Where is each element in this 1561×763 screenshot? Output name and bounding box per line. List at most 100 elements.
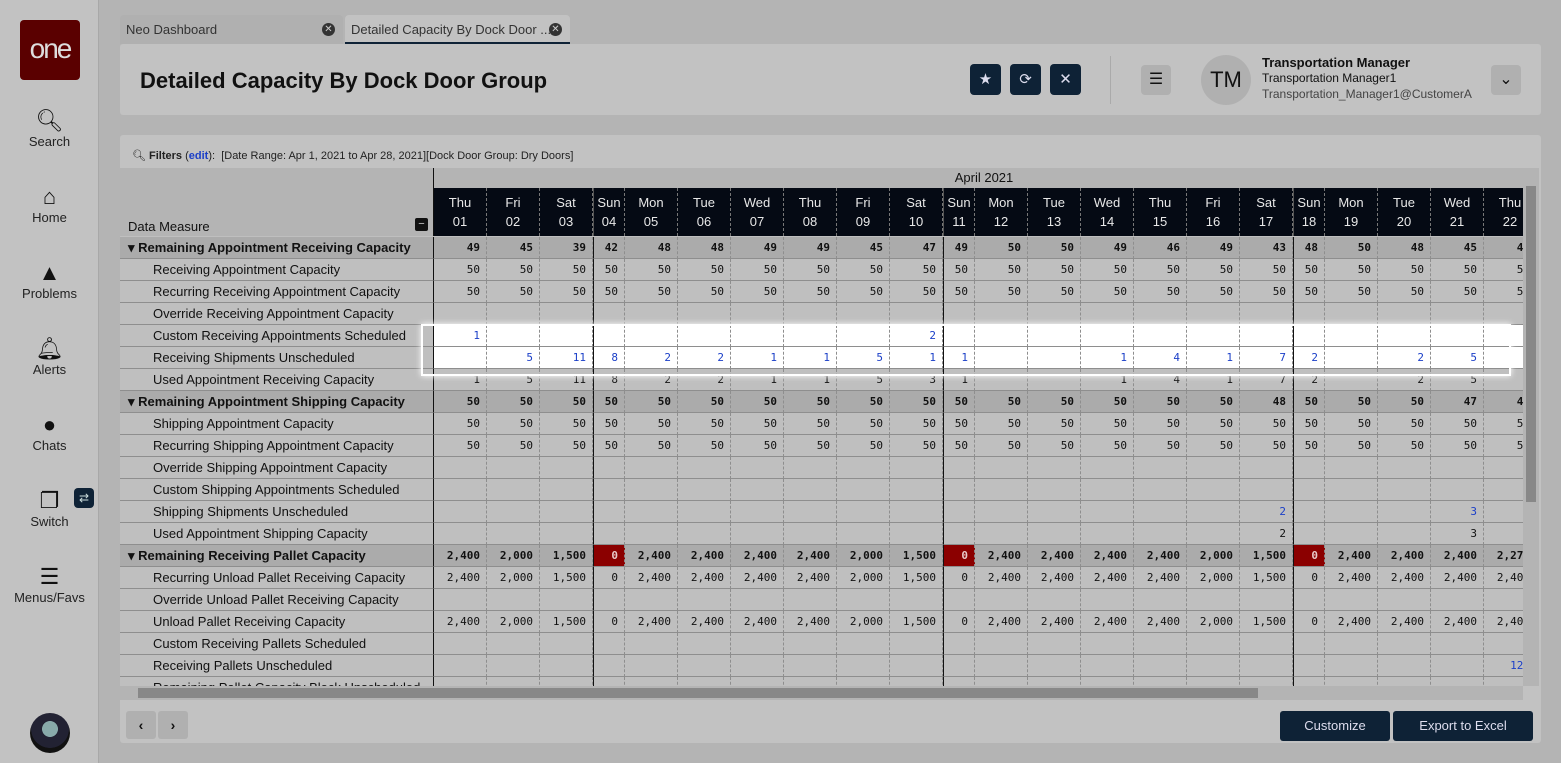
grid-cell xyxy=(487,479,540,501)
expand-caret-icon[interactable]: ▾ xyxy=(128,394,138,409)
grid-cell[interactable]: 2 xyxy=(678,347,731,369)
group-row-label[interactable]: ▾ Remaining Appointment Receiving Capaci… xyxy=(120,237,434,259)
day-header[interactable]: Tue 13 xyxy=(1028,188,1081,236)
expand-caret-icon[interactable]: ▾ xyxy=(128,240,138,255)
day-header[interactable]: Sun 04 xyxy=(593,188,625,236)
export-excel-button[interactable]: Export to Excel xyxy=(1393,711,1533,741)
nav-search[interactable]: 🔍︎ Search xyxy=(0,108,99,149)
close-tab-icon[interactable]: ✕ xyxy=(322,23,335,36)
grid-cell[interactable]: 128 xyxy=(1484,655,1523,677)
user-menu-toggle[interactable]: ⌄ xyxy=(1491,65,1521,95)
grid-cell: 50 xyxy=(593,281,625,303)
horizontal-scrollbar[interactable] xyxy=(120,686,1523,700)
favorite-button[interactable]: ★ xyxy=(970,64,1001,95)
day-header[interactable]: Mon 12 xyxy=(975,188,1028,236)
day-header[interactable]: Mon 19 xyxy=(1325,188,1378,236)
day-header[interactable]: Sat 17 xyxy=(1240,188,1293,236)
grid-cell[interactable]: 1 xyxy=(731,347,784,369)
grid-cell[interactable]: 2 xyxy=(1293,347,1325,369)
row-label: Override Unload Pallet Receiving Capacit… xyxy=(120,589,434,611)
expand-caret-icon[interactable]: ▾ xyxy=(128,548,138,563)
grid-cell xyxy=(1484,501,1523,523)
day-header[interactable]: Tue 20 xyxy=(1378,188,1431,236)
day-header[interactable]: Fri 16 xyxy=(1187,188,1240,236)
grid-cell xyxy=(1028,347,1081,369)
close-tab-icon[interactable]: ✕ xyxy=(549,23,562,36)
nav-home[interactable]: ⌂ Home xyxy=(0,184,99,225)
nav-menus-favs[interactable]: ☰ Menus/Favs xyxy=(0,564,99,605)
grid-cell: 50 xyxy=(1081,413,1134,435)
day-name: Mon xyxy=(638,195,664,210)
day-header[interactable]: Sat 10 xyxy=(890,188,943,236)
customize-button[interactable]: Customize xyxy=(1280,711,1390,741)
grid-cell[interactable]: 3 xyxy=(1431,501,1484,523)
day-header[interactable]: Wed 21 xyxy=(1431,188,1484,236)
day-header[interactable]: Wed 07 xyxy=(731,188,784,236)
grid-cell: 46 xyxy=(1134,237,1187,259)
app-logo[interactable]: one xyxy=(20,20,80,80)
grid-cell[interactable]: 11 xyxy=(540,347,593,369)
day-header[interactable]: Thu 08 xyxy=(784,188,837,236)
filters-edit-link[interactable]: edit xyxy=(189,150,209,162)
grid-cell[interactable]: 1 xyxy=(943,347,975,369)
grid-cell xyxy=(1240,633,1293,655)
grid-cell[interactable]: 2 xyxy=(1240,501,1293,523)
refresh-button[interactable]: ⟳ xyxy=(1010,64,1041,95)
row-label-text: Custom Shipping Appointments Scheduled xyxy=(153,482,400,497)
group-row-label[interactable]: ▾ Remaining Receiving Pallet Capacity xyxy=(120,545,434,567)
next-button[interactable]: › xyxy=(158,711,188,739)
grid-cell[interactable]: 5 xyxy=(487,347,540,369)
grid-cell[interactable]: 1 xyxy=(434,325,487,347)
grid-cell: 2,400 xyxy=(1081,611,1134,633)
grid-cell xyxy=(1028,501,1081,523)
day-header[interactable]: Fri 09 xyxy=(837,188,890,236)
grid-cell xyxy=(1325,589,1378,611)
grid-cell[interactable]: 1 xyxy=(1081,347,1134,369)
menu-button[interactable]: ☰ xyxy=(1141,65,1171,95)
day-header[interactable]: Fri 02 xyxy=(487,188,540,236)
prev-button[interactable]: ‹ xyxy=(126,711,156,739)
close-button[interactable]: ✕ xyxy=(1050,64,1081,95)
grid-cell[interactable]: 1 xyxy=(1187,347,1240,369)
nav-alerts[interactable]: 🔔︎ Alerts xyxy=(0,336,99,377)
nav-problems[interactable]: ▲ Problems xyxy=(0,260,99,301)
grid-cell[interactable]: 8 xyxy=(593,347,625,369)
switch-badge-icon[interactable]: ⇄ xyxy=(74,488,94,508)
grid-cell[interactable]: 2 xyxy=(890,325,943,347)
row-label: Shipping Appointment Capacity xyxy=(120,413,434,435)
nav-chats[interactable]: ● Chats xyxy=(0,412,99,453)
vertical-scrollbar[interactable] xyxy=(1523,168,1539,686)
day-header[interactable]: Wed 14 xyxy=(1081,188,1134,236)
day-header[interactable]: Thu 22 xyxy=(1484,188,1523,236)
grid-cell xyxy=(1325,369,1378,391)
day-number: 08 xyxy=(802,214,818,229)
tab-detailed-capacity[interactable]: Detailed Capacity By Dock Door ... ✕ xyxy=(345,15,570,44)
row-label-text: Used Appointment Receiving Capacity xyxy=(153,372,375,387)
grid-cell[interactable]: 2 xyxy=(1378,347,1431,369)
grid-cell[interactable]: 5 xyxy=(1431,347,1484,369)
day-header[interactable]: Sun 18 xyxy=(1293,188,1325,236)
grid-cell[interactable]: 4 xyxy=(1134,347,1187,369)
grid-cell xyxy=(837,479,890,501)
day-header[interactable]: Mon 05 xyxy=(625,188,678,236)
grid-cell xyxy=(540,677,593,686)
group-row-label[interactable]: ▾ Remaining Appointment Shipping Capacit… xyxy=(120,391,434,413)
day-header[interactable]: Sun 11 xyxy=(943,188,975,236)
day-header[interactable]: Thu 01 xyxy=(434,188,487,236)
grid-cell xyxy=(593,325,625,347)
tab-neo-dashboard[interactable]: Neo Dashboard ✕ xyxy=(120,15,343,44)
grid-cell xyxy=(434,589,487,611)
grid-cell xyxy=(975,677,1028,686)
grid-cell xyxy=(540,479,593,501)
grid-cell xyxy=(731,633,784,655)
collapse-all-icon[interactable]: − xyxy=(415,218,428,231)
grid-cell[interactable]: 5 xyxy=(837,347,890,369)
day-header[interactable]: Tue 06 xyxy=(678,188,731,236)
user-avatar[interactable] xyxy=(30,713,70,753)
grid-cell[interactable]: 7 xyxy=(1240,347,1293,369)
day-header[interactable]: Sat 03 xyxy=(540,188,593,236)
grid-cell[interactable]: 1 xyxy=(784,347,837,369)
grid-cell[interactable]: 2 xyxy=(625,347,678,369)
grid-cell[interactable]: 1 xyxy=(890,347,943,369)
day-header[interactable]: Thu 15 xyxy=(1134,188,1187,236)
